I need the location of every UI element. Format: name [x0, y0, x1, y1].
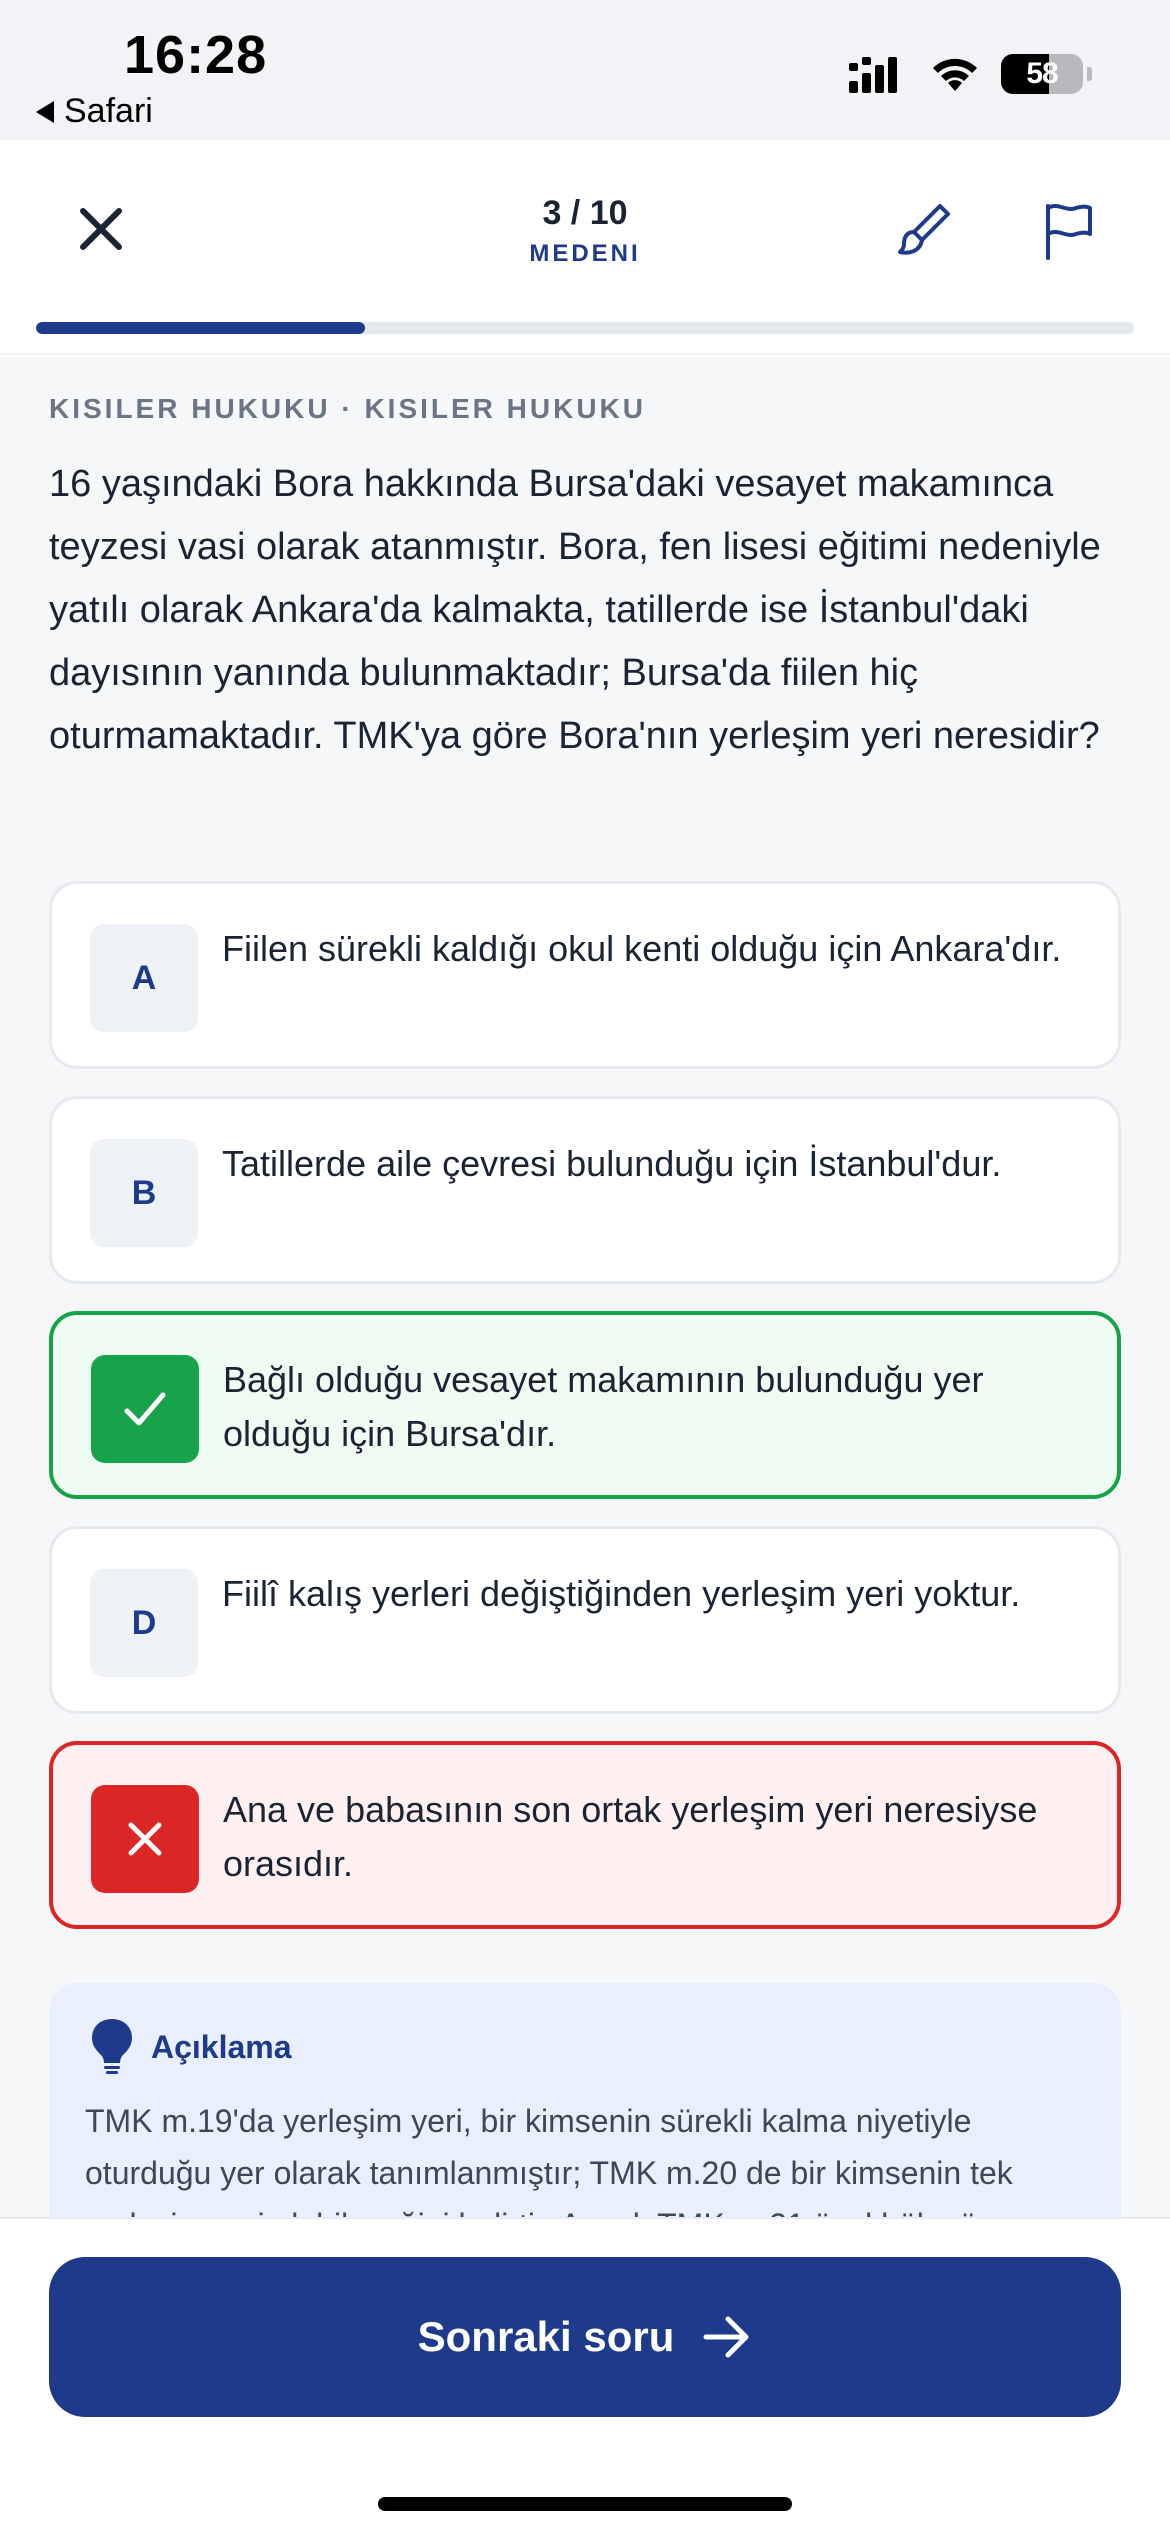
- back-triangle-icon: [36, 100, 54, 123]
- answer-option-c-correct[interactable]: Bağlı olduğu vesayet makamının bulunduğu…: [49, 1311, 1121, 1499]
- next-question-label: Sonraki soru: [417, 2313, 675, 2360]
- cellular-signal-icon: [849, 57, 897, 93]
- option-text: Ana ve babasının son ortak yerleşim yeri…: [223, 1789, 1038, 1884]
- next-question-button[interactable]: Sonraki soru: [49, 2257, 1121, 2417]
- progress-bar-fill: [36, 322, 366, 334]
- option-letter-badge: D: [90, 1569, 198, 1677]
- arrow-right-icon: [703, 2316, 749, 2358]
- question-text: 16 yaşındaki Bora hakkında Bursa'daki ve…: [49, 463, 1101, 757]
- status-time: 16:28: [124, 25, 268, 85]
- option-text: Fiilen sürekli kaldığı okul kenti olduğu…: [222, 928, 1062, 969]
- option-text: Bağlı olduğu vesayet makamının bulunduğu…: [223, 1359, 984, 1454]
- cross-icon: [128, 1822, 162, 1856]
- back-app-label: Safari: [64, 92, 153, 130]
- option-text: Tatillerde aile çevresi bulunduğu için İ…: [222, 1143, 1002, 1184]
- option-text: Fiilî kalış yerleri değiştiğinden yerleş…: [222, 1573, 1021, 1614]
- checkmark-icon: [124, 1392, 166, 1426]
- flag-icon: [1046, 204, 1092, 260]
- answer-option-d[interactable]: D Fiilî kalış yerleri değiştiğinden yerl…: [49, 1526, 1121, 1714]
- question-category: KISILER HUKUKU · KISILER HUKUKU: [49, 393, 646, 424]
- explanation-card: Açıklama TMK m.19'da yerleşim yeri, bir …: [49, 1983, 1121, 2217]
- progress-bar: [36, 322, 1134, 334]
- answer-option-b[interactable]: B Tatillerde aile çevresi bulunduğu için…: [49, 1096, 1121, 1284]
- bottom-action-bar: Sonraki soru: [0, 2217, 1170, 2532]
- status-icons: 58: [849, 54, 1092, 94]
- answer-option-a[interactable]: A Fiilen sürekli kaldığı okul kenti oldu…: [49, 881, 1121, 1069]
- explanation-text: TMK m.19'da yerleşim yeri, bir kimsenin …: [85, 2103, 1013, 2217]
- wrong-badge: [91, 1785, 199, 1893]
- answer-option-e-wrong[interactable]: Ana ve babasının son ortak yerleşim yeri…: [49, 1741, 1121, 1929]
- back-to-safari-link[interactable]: Safari: [36, 92, 153, 131]
- question-content: KISILER HUKUKU · KISILER HUKUKU 16 yaşın…: [0, 357, 1170, 2217]
- quiz-header: 3 / 10 MEDENI: [0, 140, 1170, 355]
- highlight-button[interactable]: [892, 198, 956, 262]
- battery-icon: 58: [1001, 54, 1083, 94]
- report-flag-button[interactable]: [1036, 198, 1100, 262]
- brush-icon: [898, 204, 950, 255]
- explanation-title: Açıklama: [151, 2029, 292, 2065]
- option-letter-badge: B: [90, 1139, 198, 1247]
- home-indicator: [378, 2497, 792, 2511]
- subject-label: MEDENI: [529, 240, 641, 267]
- correct-badge: [91, 1355, 199, 1463]
- question-counter: 3 / 10: [542, 194, 628, 232]
- status-bar: 16:28 Safari 58: [0, 0, 1170, 140]
- battery-level: 58: [1026, 57, 1058, 90]
- option-letter-badge: A: [90, 924, 198, 1032]
- wifi-icon: [933, 58, 977, 91]
- lightbulb-icon: [92, 2019, 132, 2074]
